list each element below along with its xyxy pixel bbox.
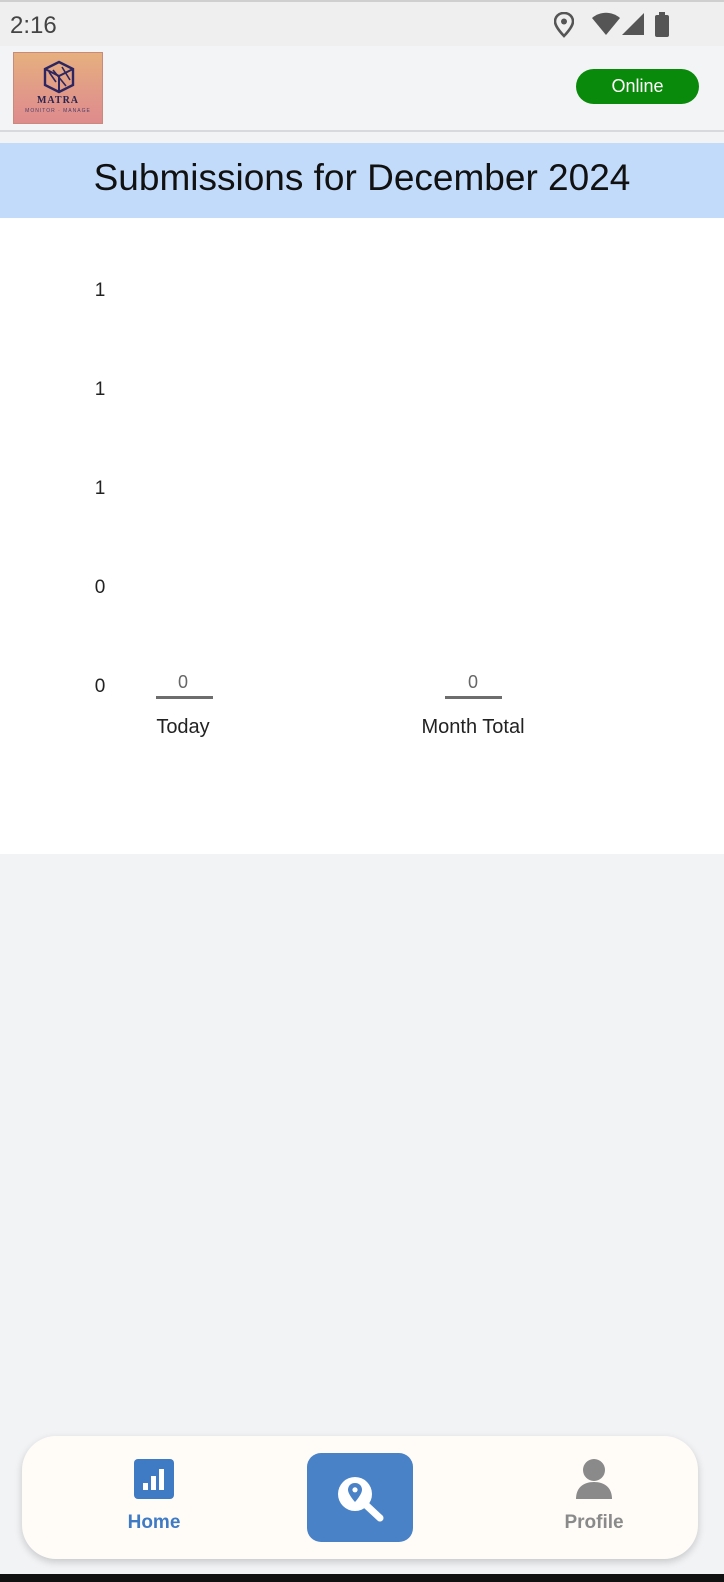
- bar-value-label: 0: [177, 672, 188, 692]
- submissions-chart: 1 1 1 0 0 0 Today 0 Month Total: [0, 218, 724, 854]
- y-tick-label: 1: [94, 478, 106, 499]
- bar-chart-icon: [134, 1459, 174, 1499]
- person-icon: [576, 1459, 612, 1499]
- logo-wordmark: MATRA: [36, 95, 80, 106]
- nav-profile[interactable]: Profile: [522, 1436, 666, 1559]
- logo-tagline: MONITOR · MANAGE: [25, 108, 91, 114]
- battery-icon: [655, 12, 669, 37]
- bottom-nav: Home Profile: [22, 1436, 698, 1559]
- nav-label-home: Home: [127, 1512, 181, 1533]
- nav-home[interactable]: Home: [82, 1436, 226, 1559]
- wifi-icon: [592, 12, 620, 35]
- bar-value-label: 0: [467, 672, 478, 692]
- x-category-label: Today: [156, 716, 210, 738]
- logo-cube-icon: [43, 60, 75, 94]
- y-tick-label: 0: [94, 577, 106, 598]
- app-header: MATRA MONITOR · MANAGE Online: [0, 46, 724, 132]
- location-search-button[interactable]: [307, 1453, 413, 1542]
- connection-status-badge: Online: [576, 69, 699, 104]
- page-title: Submissions for December 2024: [93, 157, 631, 198]
- status-time: 2:16: [10, 12, 57, 39]
- app-logo: MATRA MONITOR · MANAGE: [13, 52, 103, 124]
- location-search-icon: [338, 1477, 384, 1522]
- y-tick-label: 0: [94, 676, 106, 697]
- y-tick-label: 1: [94, 379, 106, 400]
- x-category-label: Month Total: [421, 716, 525, 738]
- cell-signal-icon: [622, 13, 644, 35]
- system-nav-bar: [0, 1574, 724, 1582]
- status-bar: 2:16: [0, 0, 724, 46]
- y-tick-label: 1: [94, 280, 106, 301]
- location-icon: [554, 12, 574, 38]
- bar-month-total: [445, 696, 502, 699]
- bar-today: [156, 696, 213, 699]
- nav-label-profile: Profile: [564, 1512, 624, 1533]
- title-banner: Submissions for December 2024: [0, 143, 724, 218]
